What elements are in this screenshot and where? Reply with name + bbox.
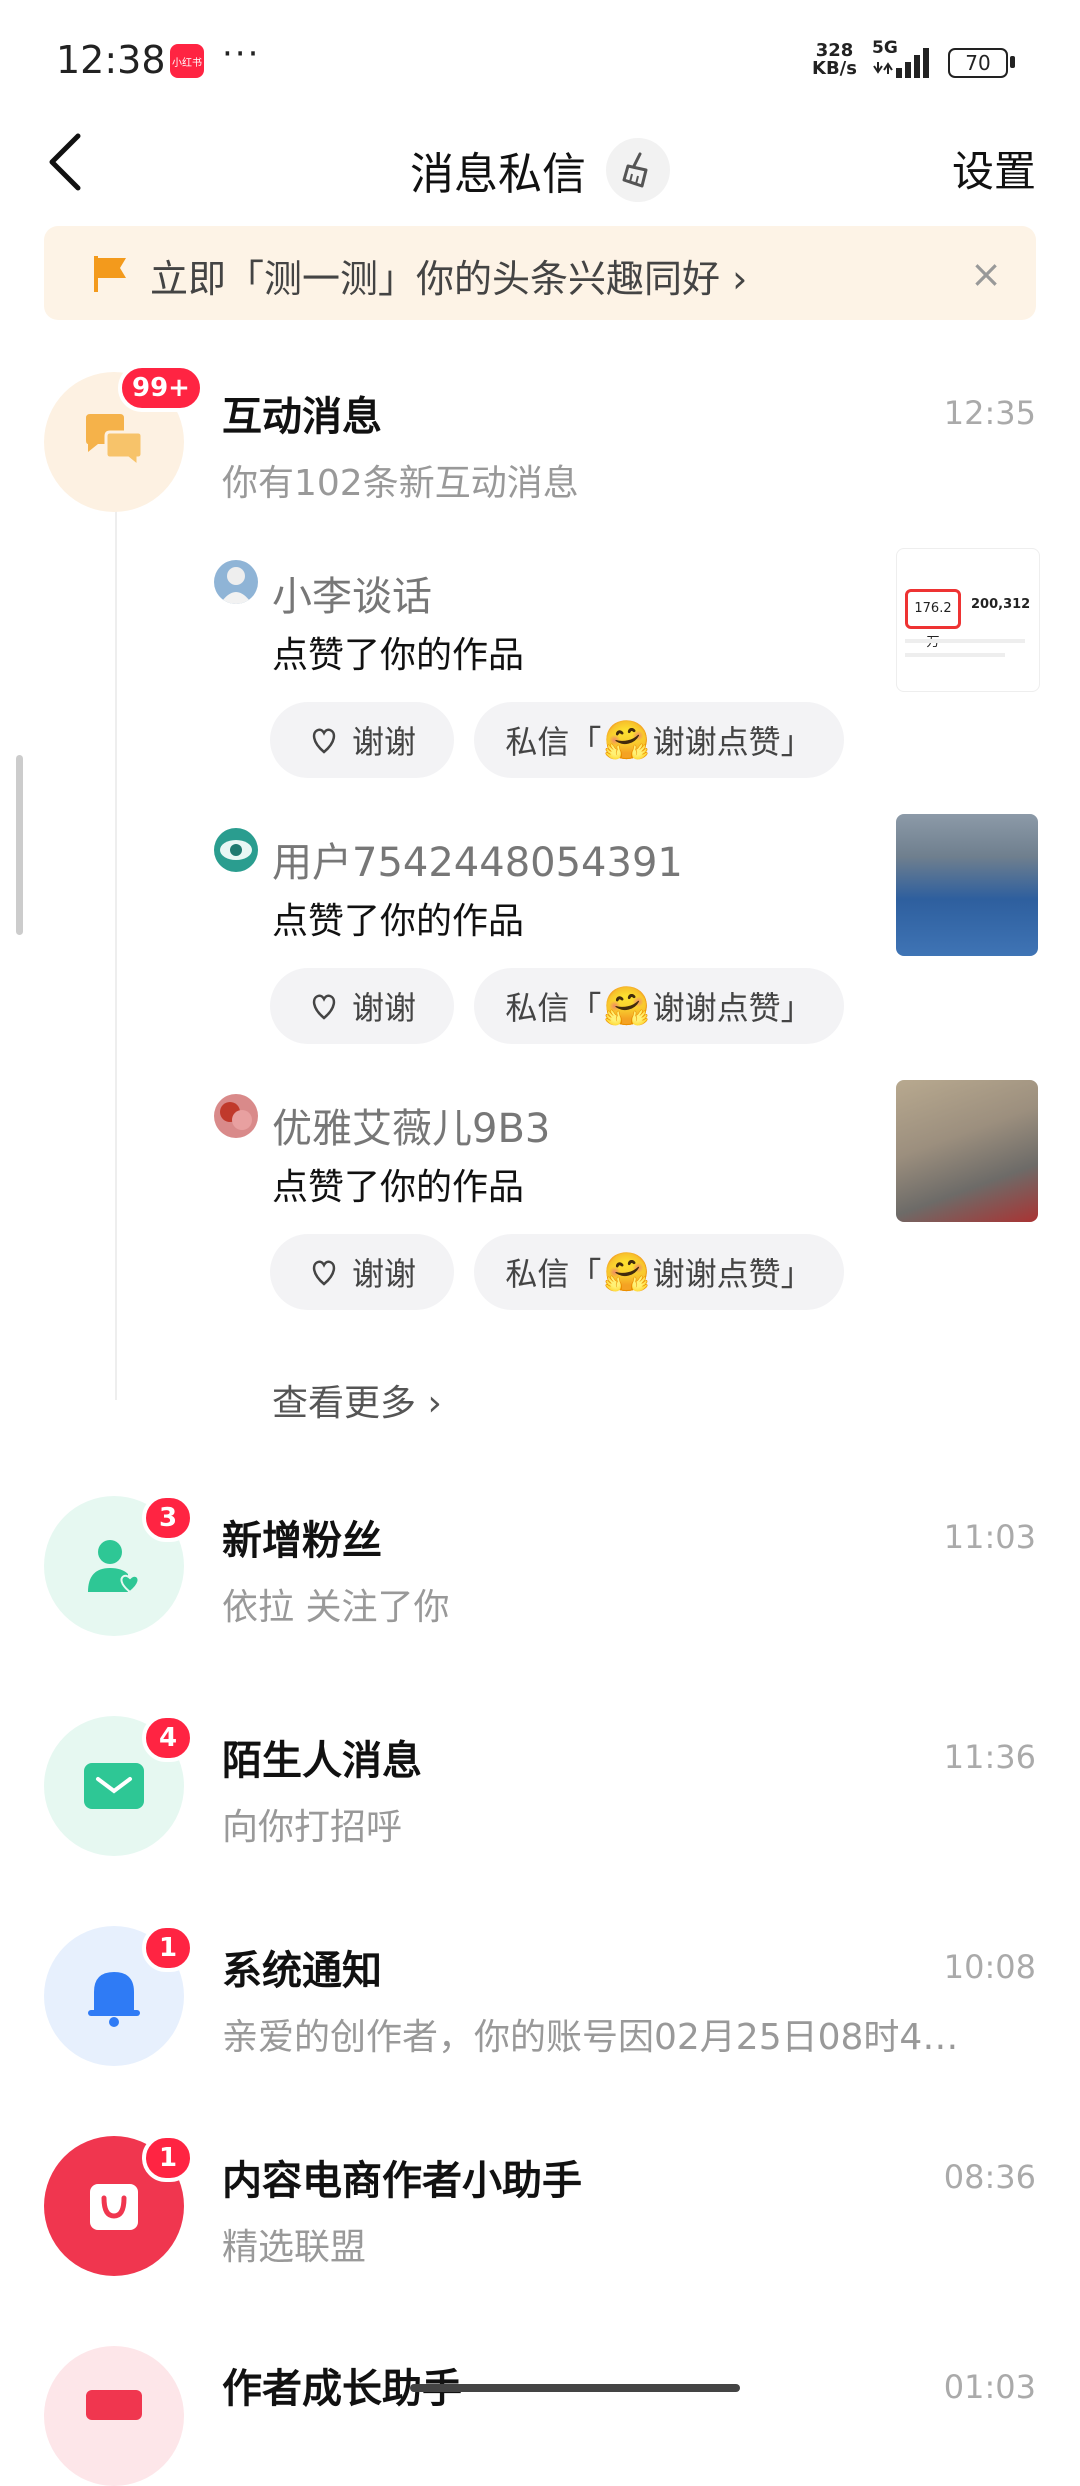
pm-thanks-button[interactable]: 私信「 🤗 谢谢点赞」	[474, 1234, 844, 1310]
pm-thanks-button[interactable]: 私信「 🤗 谢谢点赞」	[474, 702, 844, 778]
close-icon[interactable]: ×	[970, 252, 1002, 296]
heart-hand-icon	[312, 994, 336, 1020]
ecommerce-helper-subtitle: 精选联盟	[222, 2227, 367, 2268]
network-speed: 328 KB/s	[812, 42, 857, 78]
ecommerce-helper-badge: 1	[142, 2134, 194, 2182]
thumb-value-b: 200,312	[971, 597, 1031, 612]
pm-prefix: 私信「	[505, 1255, 602, 1293]
app-notification-icon: 小红书	[170, 44, 204, 78]
thanks-button[interactable]: 谢谢	[270, 1234, 454, 1310]
battery-tip	[1010, 56, 1015, 68]
post-thumbnail[interactable]: 176.2万 200,312	[896, 548, 1040, 692]
thanks-button[interactable]: 谢谢	[270, 702, 454, 778]
user-name[interactable]: 优雅艾薇儿9B3	[272, 1096, 550, 1154]
hugging-emoji-icon: 🤗	[603, 1249, 651, 1294]
network-type: 5G	[872, 38, 898, 58]
user-action: 点赞了你的作品	[272, 635, 525, 676]
stranger-messages-subtitle: 向你打招呼	[222, 1807, 403, 1848]
new-fans-subtitle: 依拉 关注了你	[222, 1587, 450, 1628]
pm-text: 谢谢点赞」	[652, 1255, 813, 1293]
new-fans-time: 11:03	[943, 1518, 1036, 1556]
signal-icon: 5G	[870, 38, 936, 84]
system-notice-time: 10:08	[943, 1948, 1036, 1986]
pm-thanks-button[interactable]: 私信「 🤗 谢谢点赞」	[474, 968, 844, 1044]
broom-icon	[622, 152, 648, 188]
thumb-value-a: 176.2万	[905, 589, 961, 650]
user-avatar[interactable]	[214, 560, 258, 604]
home-indicator[interactable]	[410, 2384, 740, 2392]
chat-bubbles-icon	[86, 414, 144, 470]
interaction-title[interactable]: 互动消息	[222, 384, 382, 442]
shopping-bag-icon	[90, 2184, 138, 2230]
header-title-bar: 消息私信	[0, 138, 1080, 202]
interaction-time: 12:35	[943, 394, 1036, 432]
banner-text: 立即「测一测」你的头条兴趣同好 ›	[150, 257, 748, 301]
net-speed-unit: KB/s	[812, 58, 857, 79]
pm-prefix: 私信「	[505, 989, 602, 1027]
settings-button[interactable]: 设置	[952, 138, 1036, 199]
interest-test-banner[interactable]: 立即「测一测」你的头条兴趣同好 › ×	[44, 226, 1036, 320]
growth-helper-avatar[interactable]	[44, 2346, 184, 2486]
thanks-label: 谢谢	[351, 723, 416, 761]
user-avatar[interactable]	[214, 1094, 258, 1138]
heart-hand-icon	[312, 728, 336, 754]
thanks-label: 谢谢	[351, 989, 416, 1027]
hugging-emoji-icon: 🤗	[603, 717, 651, 762]
thanks-button[interactable]: 谢谢	[270, 968, 454, 1044]
post-thumbnail[interactable]	[896, 1080, 1038, 1222]
ecommerce-helper-time: 08:36	[943, 2158, 1036, 2196]
flag-icon	[94, 256, 126, 292]
clear-unread-button[interactable]	[606, 138, 670, 202]
new-fans-title[interactable]: 新增粉丝	[222, 1508, 382, 1566]
stranger-messages-title[interactable]: 陌生人消息	[222, 1728, 422, 1786]
hugging-emoji-icon: 🤗	[603, 983, 651, 1028]
growth-helper-time: 01:03	[943, 2368, 1036, 2406]
heart-hand-icon	[312, 1260, 336, 1286]
system-notice-badge: 1	[142, 1924, 194, 1972]
page-title: 消息私信	[410, 149, 586, 200]
pm-text: 谢谢点赞」	[652, 723, 813, 761]
envelope-icon	[84, 1763, 144, 1809]
status-time: 12:38	[56, 38, 166, 82]
scroll-indicator[interactable]	[16, 755, 23, 935]
new-fans-badge: 3	[142, 1494, 194, 1542]
pm-text: 谢谢点赞」	[652, 989, 813, 1027]
interaction-subtitle: 你有102条新互动消息	[222, 463, 579, 504]
more-notifications-icon: ···	[222, 34, 261, 74]
system-notice-subtitle: 亲爱的创作者，你的账号因02月25日08时4…	[222, 2017, 959, 2058]
stranger-messages-badge: 4	[142, 1714, 194, 1762]
stranger-messages-time: 11:36	[943, 1738, 1036, 1776]
pm-prefix: 私信「	[505, 723, 602, 761]
system-notice-title[interactable]: 系统通知	[222, 1938, 382, 1996]
bell-icon	[88, 1972, 140, 2027]
user-name[interactable]: 用户7542448054391	[272, 830, 683, 888]
battery-icon: 70	[948, 48, 1008, 78]
user-action: 点赞了你的作品	[272, 901, 525, 942]
see-more-link[interactable]: 查看更多 ›	[272, 1374, 442, 1426]
thread-line	[115, 510, 117, 1400]
user-action: 点赞了你的作品	[272, 1167, 525, 1208]
ecommerce-helper-title[interactable]: 内容电商作者小助手	[222, 2148, 582, 2206]
thanks-label: 谢谢	[351, 1255, 416, 1293]
user-name[interactable]: 小李谈话	[272, 564, 432, 622]
post-thumbnail[interactable]	[896, 814, 1038, 956]
interaction-badge: 99+	[118, 364, 204, 412]
person-heart-icon	[88, 1540, 140, 1594]
user-avatar[interactable]	[214, 828, 258, 872]
growth-icon	[86, 2390, 142, 2420]
